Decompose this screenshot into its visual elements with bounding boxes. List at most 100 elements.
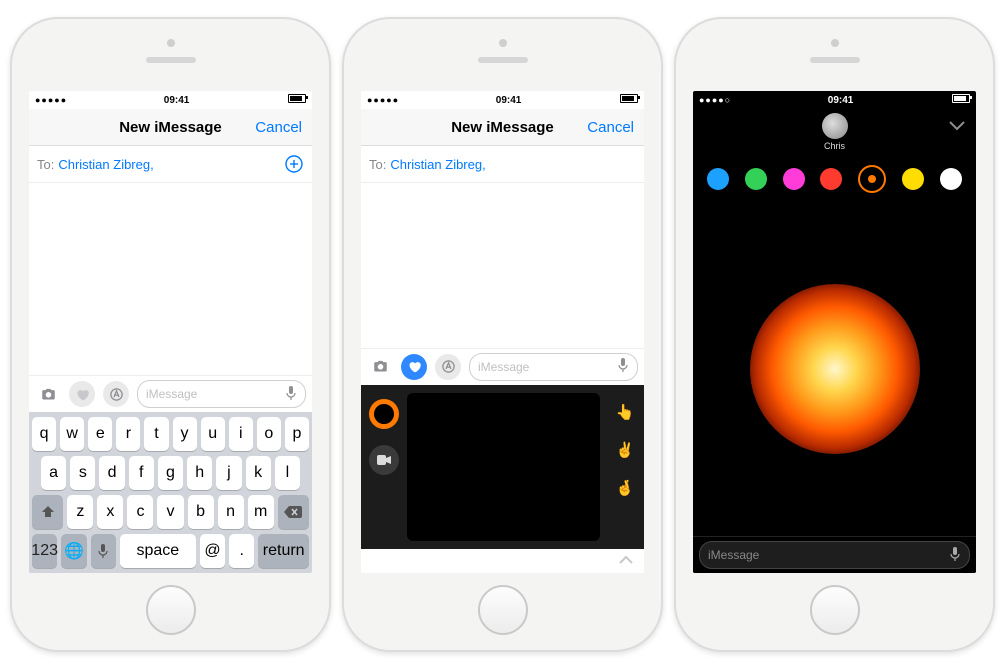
color-selector-button[interactable] (369, 399, 399, 429)
to-label: To: (37, 157, 54, 172)
key-a[interactable]: a (41, 456, 66, 490)
compose-row: iMessage (693, 536, 976, 573)
key-x[interactable]: x (97, 495, 123, 529)
color-swatch[interactable] (820, 168, 842, 190)
gesture-fireball-icon: 🤞 (616, 479, 635, 497)
phone-1: ●●●●● 09:41 New iMessage Cancel To: Chri… (10, 17, 331, 652)
keyboard: qwertyuiop asdfghjkl zxcvbnm 123 🌐 space… (29, 412, 312, 573)
compose-row: iMessage (29, 375, 312, 412)
mic-icon[interactable] (949, 546, 961, 565)
message-placeholder: iMessage (708, 548, 759, 562)
phone-camera (831, 39, 839, 47)
conversation-area (29, 183, 312, 375)
key-dot[interactable]: . (229, 534, 254, 568)
cancel-button[interactable]: Cancel (587, 119, 634, 136)
camera-icon[interactable] (35, 381, 61, 407)
key-e[interactable]: e (88, 417, 112, 451)
key-t[interactable]: t (144, 417, 168, 451)
phone-3: ●●●●○ 09:41 Chris iMessage (674, 17, 995, 652)
key-p[interactable]: p (285, 417, 309, 451)
color-swatch[interactable] (783, 168, 805, 190)
mic-icon[interactable] (285, 385, 297, 404)
key-k[interactable]: k (246, 456, 271, 490)
key-z[interactable]: z (67, 495, 93, 529)
key-shift-icon[interactable] (32, 495, 63, 529)
key-w[interactable]: w (60, 417, 84, 451)
app-store-icon[interactable] (103, 381, 129, 407)
gesture-heartbeat-icon: ✌️ (616, 441, 635, 459)
nav-bar: New iMessage Cancel (29, 109, 312, 146)
to-field[interactable]: To: Christian Zibreg, (29, 146, 312, 183)
digital-touch-icon[interactable] (69, 381, 95, 407)
signal-dots-icon: ●●●●● (35, 95, 67, 105)
key-v[interactable]: v (157, 495, 183, 529)
key-l[interactable]: l (275, 456, 300, 490)
message-input[interactable]: iMessage (469, 353, 638, 381)
key-o[interactable]: o (257, 417, 281, 451)
key-at[interactable]: @ (200, 534, 225, 568)
key-q[interactable]: q (32, 417, 56, 451)
key-y[interactable]: y (173, 417, 197, 451)
key-f[interactable]: f (129, 456, 154, 490)
digital-touch-footer (361, 549, 644, 573)
status-bar: ●●●●○ 09:41 (693, 91, 976, 109)
color-swatch[interactable] (707, 168, 729, 190)
color-swatch[interactable] (745, 168, 767, 190)
key-d[interactable]: d (99, 456, 124, 490)
key-globe-icon[interactable]: 🌐 (61, 534, 86, 568)
screen-3: ●●●●○ 09:41 Chris iMessage (693, 91, 976, 573)
digital-touch-canvas[interactable] (407, 393, 600, 542)
digital-touch-panel: 👆 ✌️ 🤞 (361, 385, 644, 550)
conversation-area (361, 183, 644, 348)
key-i[interactable]: i (229, 417, 253, 451)
phone-speaker (146, 57, 196, 63)
key-g[interactable]: g (158, 456, 183, 490)
signal-dots-icon: ●●●●○ (699, 95, 731, 105)
nav-bar: New iMessage Cancel (361, 109, 644, 146)
key-m[interactable]: m (248, 495, 274, 529)
home-button[interactable] (810, 585, 860, 635)
key-u[interactable]: u (201, 417, 225, 451)
color-orange-selected[interactable] (858, 165, 886, 193)
key-b[interactable]: b (188, 495, 214, 529)
key-s[interactable]: s (70, 456, 95, 490)
phone-camera (499, 39, 507, 47)
signal-dots-icon: ●●●●● (367, 95, 399, 105)
message-input[interactable]: iMessage (137, 380, 306, 408)
key-r[interactable]: r (116, 417, 140, 451)
battery-icon (286, 94, 306, 106)
cancel-button[interactable]: Cancel (255, 119, 302, 136)
message-input[interactable]: iMessage (699, 541, 970, 569)
key-dictation-icon[interactable] (91, 534, 116, 568)
home-button[interactable] (146, 585, 196, 635)
color-swatch[interactable] (902, 168, 924, 190)
app-store-icon[interactable] (435, 354, 461, 380)
mic-icon[interactable] (617, 357, 629, 376)
key-n[interactable]: n (218, 495, 244, 529)
camera-icon[interactable] (367, 354, 393, 380)
avatar[interactable] (822, 113, 848, 139)
key-j[interactable]: j (216, 456, 241, 490)
video-record-button[interactable] (369, 445, 399, 475)
gesture-tap-icon: 👆 (616, 403, 635, 421)
message-placeholder: iMessage (478, 360, 529, 374)
digital-touch-fullscreen-canvas[interactable] (701, 203, 968, 534)
key-backspace-icon[interactable] (278, 495, 309, 529)
contact-header: Chris (693, 109, 976, 157)
key-h[interactable]: h (187, 456, 212, 490)
key-c[interactable]: c (127, 495, 153, 529)
color-swatch[interactable] (940, 168, 962, 190)
fireball-effect (750, 284, 920, 454)
key-space[interactable]: space (120, 534, 196, 568)
to-field[interactable]: To: Christian Zibreg, (361, 146, 644, 183)
status-time: 09:41 (731, 95, 950, 106)
home-button[interactable] (478, 585, 528, 635)
key-numbers[interactable]: 123 (32, 534, 57, 568)
compose-row: iMessage (361, 348, 644, 385)
expand-icon[interactable] (618, 552, 634, 570)
digital-touch-icon[interactable] (401, 354, 427, 380)
collapse-icon[interactable] (948, 119, 966, 137)
add-recipient-button[interactable] (284, 154, 304, 174)
status-bar: ●●●●● 09:41 (361, 91, 644, 109)
key-return[interactable]: return (258, 534, 309, 568)
